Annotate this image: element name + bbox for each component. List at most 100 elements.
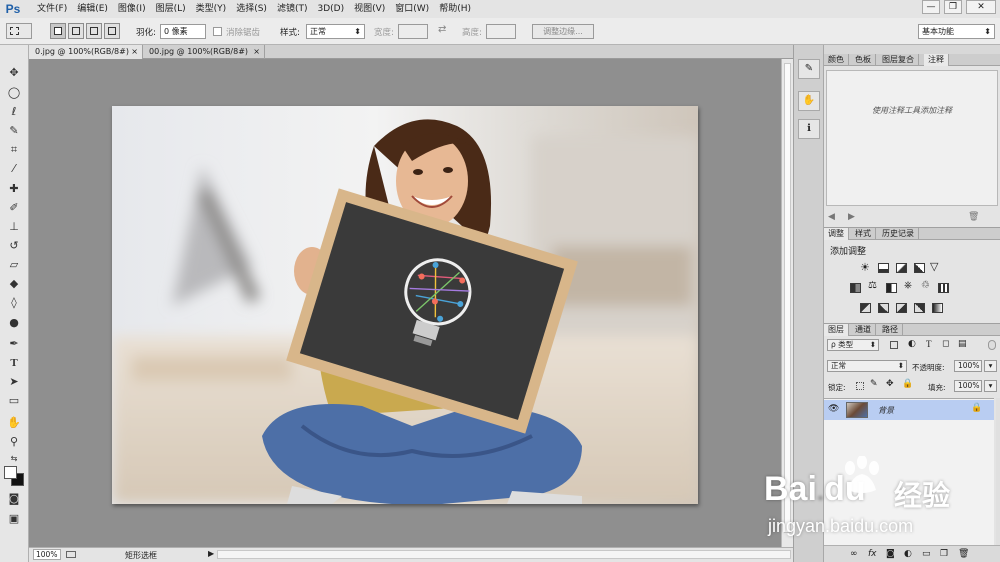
opacity-input[interactable]: 100% — [954, 360, 982, 372]
menu-select[interactable]: 选择(S) — [231, 0, 272, 18]
ellipse-marquee-icon[interactable]: ◯ — [5, 85, 23, 101]
intersect-selection-button[interactable] — [104, 23, 120, 39]
brush-tool-icon[interactable]: ✐ — [5, 200, 23, 216]
eraser-icon[interactable]: ▱ — [5, 257, 23, 273]
antialias-checkbox[interactable] — [213, 27, 222, 36]
lock-image-icon[interactable]: ✎ — [870, 379, 878, 389]
quick-select-icon[interactable]: ✎ — [5, 123, 23, 139]
rectangle-tool-icon[interactable]: ▭ — [5, 393, 23, 409]
tab-paths[interactable]: 路径 — [878, 324, 903, 336]
eye-icon[interactable]: 👁 — [828, 404, 839, 414]
color-balance-icon[interactable]: ⚖ — [868, 280, 877, 291]
layer-kind-filter[interactable]: ρ 类型 ⬍ — [827, 339, 879, 351]
screen-mode-icon[interactable]: ▣ — [5, 511, 23, 527]
threshold-icon[interactable] — [896, 303, 907, 313]
filter-toggle-switch[interactable] — [988, 340, 996, 350]
eyedropper-icon[interactable]: ⁄ — [5, 161, 23, 177]
tool-presets-icon[interactable]: ✋ — [798, 91, 820, 111]
filter-pixel-icon[interactable] — [890, 341, 898, 349]
workspace-select[interactable]: 基本功能 ⬍ — [918, 24, 995, 39]
selective-color-icon[interactable] — [914, 303, 925, 313]
lock-all-icon[interactable]: 🔒 — [902, 379, 913, 389]
filter-adjust-icon[interactable]: ◐ — [908, 339, 916, 349]
brightness-icon[interactable]: ☀ — [860, 261, 870, 274]
menu-type[interactable]: 类型(Y) — [191, 0, 232, 18]
menu-help[interactable]: 帮助(H) — [434, 0, 476, 18]
hue-saturation-icon[interactable] — [850, 283, 861, 293]
document-image[interactable] — [112, 106, 698, 504]
lasso-tool-icon[interactable]: ℓ — [5, 104, 23, 120]
layer-row-background[interactable]: 👁 背景 🔒 — [824, 400, 994, 420]
lock-position-icon[interactable]: ✥ — [886, 379, 894, 389]
feather-input[interactable]: 0 像素 — [160, 24, 206, 39]
brush-presets-icon[interactable]: ✎ — [798, 59, 820, 79]
close-button[interactable]: ✕ — [966, 0, 996, 14]
restore-button[interactable]: ❐ — [944, 0, 962, 14]
healing-brush-icon[interactable]: ✚ — [5, 181, 23, 197]
type-tool-icon[interactable]: T — [5, 355, 23, 371]
paint-bucket-icon[interactable]: ◆ — [5, 276, 23, 292]
status-arrow-icon[interactable]: ▶ — [208, 549, 214, 558]
menu-file[interactable]: 文件(F) — [32, 0, 72, 18]
color-lookup-icon[interactable] — [938, 283, 949, 293]
close-icon[interactable]: × — [131, 45, 138, 59]
menu-image[interactable]: 图像(I) — [113, 0, 151, 18]
filter-shape-icon[interactable]: ◻ — [942, 339, 949, 349]
posterize-icon[interactable] — [878, 303, 889, 313]
invert-icon[interactable] — [860, 303, 871, 313]
tab-color[interactable]: 颜色 — [824, 54, 849, 66]
doc-tab[interactable]: 00.jpg @ 100%(RGB/8#) × — [143, 45, 265, 59]
prev-note-icon[interactable]: ◀ — [828, 212, 835, 222]
hand-tool-icon[interactable]: ✋ — [5, 415, 23, 431]
menu-window[interactable]: 窗口(W) — [390, 0, 434, 18]
move-tool-icon[interactable]: ✥ — [5, 65, 23, 81]
trash-icon[interactable]: 🗑 — [968, 212, 979, 222]
style-select[interactable]: 正常 ⬍ — [306, 24, 365, 39]
minimize-button[interactable]: — — [922, 0, 940, 14]
swap-icon[interactable]: ⇄ — [438, 24, 446, 35]
dodge-tool-icon[interactable]: ● — [5, 315, 23, 331]
tab-channels[interactable]: 通道 — [851, 324, 876, 336]
tab-styles[interactable]: 样式 — [851, 228, 876, 240]
tab-notes[interactable]: 注释 — [924, 54, 949, 66]
info-panel-icon[interactable]: ℹ — [798, 119, 820, 139]
channel-mixer-icon[interactable]: ♲ — [921, 280, 930, 291]
path-select-icon[interactable]: ➤ — [5, 374, 23, 390]
menu-edit[interactable]: 编辑(E) — [72, 0, 113, 18]
foreground-color-swatch[interactable] — [4, 466, 17, 479]
notes-area[interactable]: 使用注释工具添加注释 — [826, 70, 998, 206]
tab-swatches[interactable]: 色板 — [851, 54, 876, 66]
close-icon[interactable]: × — [253, 45, 260, 59]
curves-icon[interactable] — [896, 263, 907, 273]
lock-transparent-icon[interactable] — [856, 382, 864, 390]
layer-name[interactable]: 背景 — [878, 405, 894, 416]
add-selection-button[interactable] — [68, 23, 84, 39]
quick-mask-icon[interactable]: ◙ — [5, 491, 23, 507]
tab-layer-comps[interactable]: 图层复合 — [878, 54, 919, 66]
fill-input[interactable]: 100% — [954, 380, 982, 392]
horizontal-scrollbar[interactable] — [217, 550, 791, 559]
menu-layer[interactable]: 图层(L) — [151, 0, 191, 18]
opacity-slider-toggle[interactable]: ▾ — [984, 360, 997, 372]
black-white-icon[interactable] — [886, 283, 897, 293]
tool-preset-picker[interactable] — [6, 23, 32, 39]
fill-slider-toggle[interactable]: ▾ — [984, 380, 997, 392]
vibrance-icon[interactable]: ▽ — [930, 260, 938, 273]
menu-view[interactable]: 视图(V) — [349, 0, 390, 18]
doc-info-icon[interactable] — [66, 551, 76, 558]
exposure-icon[interactable] — [914, 263, 925, 273]
blur-tool-icon[interactable]: ◊ — [5, 295, 23, 311]
zoom-input[interactable]: 100% — [33, 549, 61, 560]
refine-edge-button[interactable]: 调整边缘... — [532, 24, 594, 39]
crop-tool-icon[interactable]: ⌗ — [5, 142, 23, 158]
clone-stamp-icon[interactable]: ⊥ — [5, 219, 23, 235]
pen-tool-icon[interactable]: ✒ — [5, 336, 23, 352]
menu-3d[interactable]: 3D(D) — [312, 0, 349, 18]
next-note-icon[interactable]: ▶ — [848, 212, 855, 222]
levels-icon[interactable] — [878, 263, 889, 273]
history-brush-icon[interactable]: ↺ — [5, 238, 23, 254]
menu-filter[interactable]: 滤镜(T) — [272, 0, 313, 18]
blend-mode-select[interactable]: 正常 ⬍ — [827, 360, 907, 372]
gradient-map-icon[interactable] — [932, 303, 943, 313]
tab-adjustments[interactable]: 调整 — [824, 228, 849, 240]
